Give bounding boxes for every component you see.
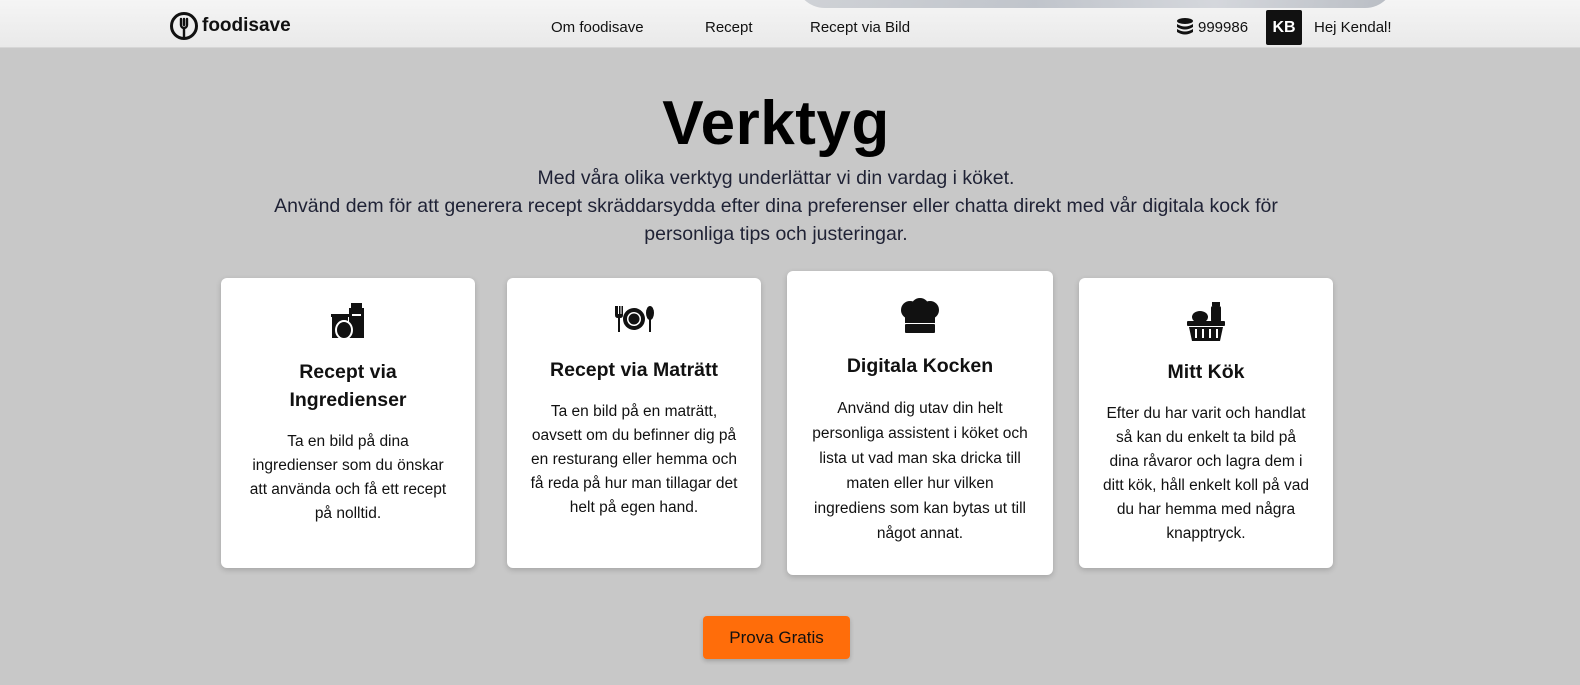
- card-description: Efter du har varit och handlat så kan du…: [1103, 405, 1309, 542]
- nav-link-recept-via-bild[interactable]: Recept via Bild: [810, 19, 910, 36]
- grocery-basket-icon: [1187, 302, 1225, 341]
- coins-icon: [1177, 18, 1193, 35]
- card-title: Digitala Kocken: [846, 355, 994, 377]
- card-title: Recept via Maträtt: [550, 359, 718, 381]
- page-subtitle: Med våra olika verktyg underlättar vi di…: [260, 164, 1292, 248]
- nav-link-om-foodisave[interactable]: Om foodisave: [551, 19, 644, 36]
- user-greeting[interactable]: Hej Kendal!: [1314, 19, 1392, 36]
- coin-balance: 999986: [1176, 17, 1248, 37]
- try-free-button[interactable]: Prova Gratis: [703, 616, 850, 659]
- ingredients-icon: [331, 303, 364, 340]
- chef-hat-icon: [901, 298, 939, 333]
- tool-card-digitala-kocken[interactable]: Digitala Kocken Använd dig utav din helt…: [787, 271, 1053, 575]
- tool-card-matratt[interactable]: Recept via Maträtt Ta en bild på en matr…: [507, 278, 761, 568]
- subtitle-line-2: Använd dem för att generera recept skräd…: [274, 195, 1278, 245]
- brand-name: foodisave: [202, 15, 291, 36]
- brand-logo[interactable]: foodisave: [170, 12, 291, 40]
- header-decoration: [795, 0, 1395, 8]
- card-title: Mitt Kök: [1167, 361, 1245, 383]
- card-description: Använd dig utav din helt personliga assi…: [812, 400, 1028, 542]
- tool-card-mitt-kok[interactable]: Mitt Kök Efter du har varit och handlat …: [1079, 278, 1333, 568]
- plate-cutlery-icon: [615, 306, 654, 332]
- page-title: Verktyg: [662, 89, 890, 158]
- user-avatar[interactable]: KB: [1266, 10, 1302, 45]
- nav-link-recept[interactable]: Recept: [705, 19, 753, 36]
- tool-card-ingredienser[interactable]: Recept via Ingredienser Ta en bild på di…: [221, 278, 475, 568]
- subtitle-line-1: Med våra olika verktyg underlättar vi di…: [537, 167, 1015, 189]
- card-title: Recept via Ingredienser: [289, 361, 407, 411]
- top-navbar: foodisave Om foodisave Recept Recept via…: [0, 0, 1580, 48]
- coin-count: 999986: [1198, 18, 1249, 36]
- fork-logo-icon: [170, 12, 198, 40]
- card-description: Ta en bild på en maträtt, oavsett om du …: [530, 403, 738, 516]
- card-description: Ta en bild på dina ingredienser som du ö…: [249, 433, 447, 522]
